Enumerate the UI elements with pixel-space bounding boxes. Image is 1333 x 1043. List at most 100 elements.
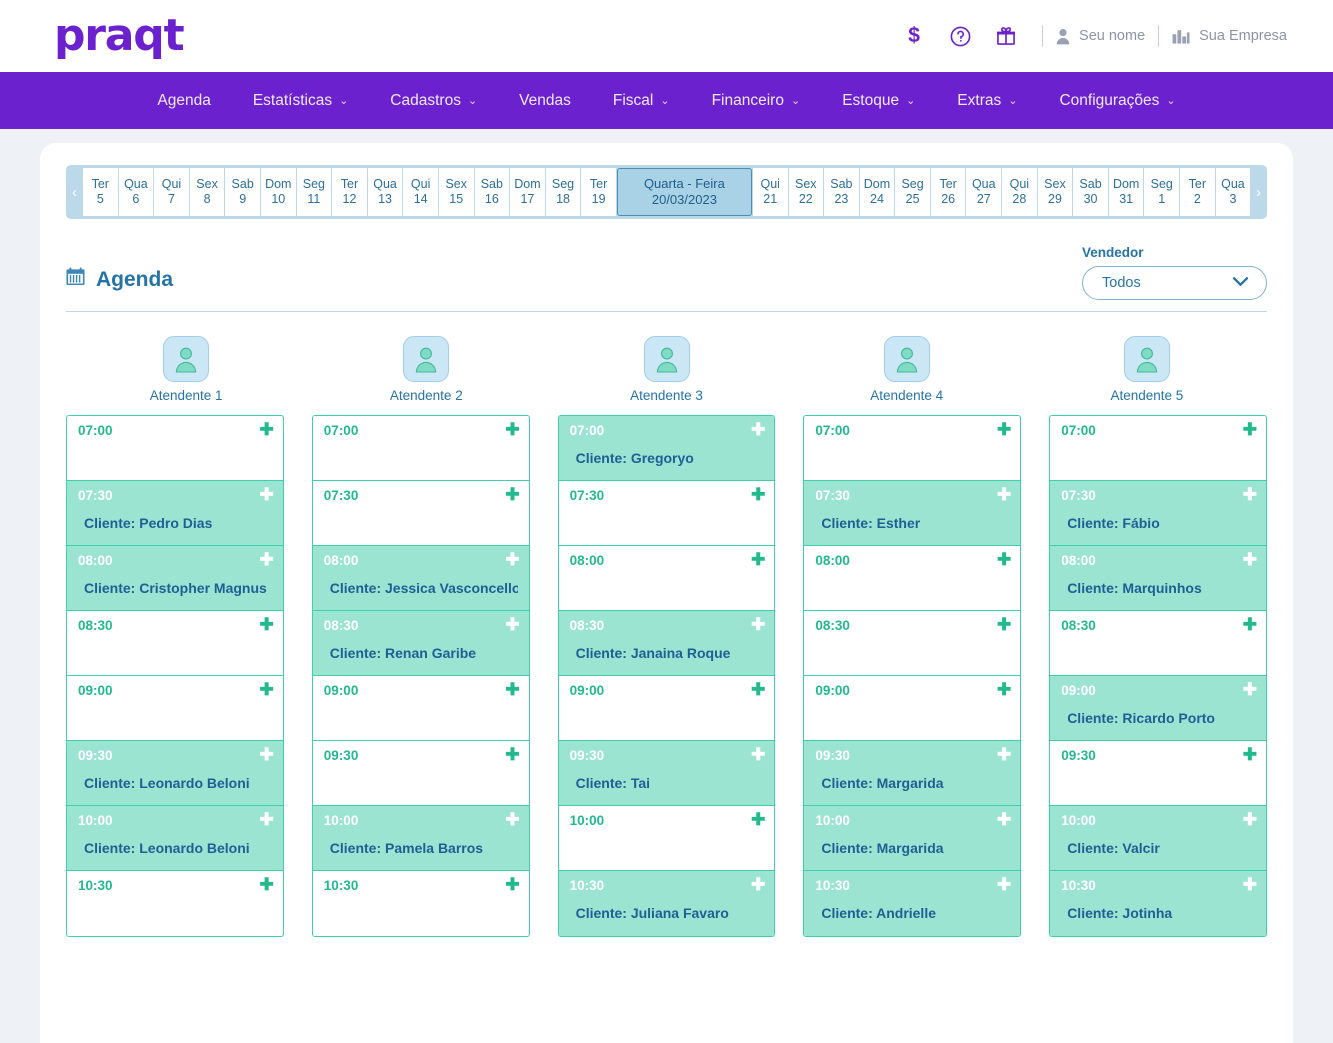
add-appointment-icon[interactable]: ✚ xyxy=(1243,421,1257,438)
appointment-slot-empty[interactable]: 08:30 ✚ xyxy=(67,611,283,676)
date-day[interactable]: Qui 7 xyxy=(154,168,189,216)
date-day[interactable]: Dom 17 xyxy=(510,168,545,216)
add-appointment-icon[interactable]: ✚ xyxy=(505,746,519,763)
date-day[interactable]: Dom 10 xyxy=(260,168,296,216)
date-day[interactable]: Seg 1 xyxy=(1144,168,1180,216)
add-appointment-icon[interactable]: ✚ xyxy=(1243,681,1257,698)
date-day[interactable]: Seg 18 xyxy=(545,168,581,216)
attendant-4[interactable]: Atendente 4 xyxy=(787,336,1027,403)
add-appointment-icon[interactable]: ✚ xyxy=(1243,486,1257,503)
add-appointment-icon[interactable]: ✚ xyxy=(997,876,1011,893)
appointment-slot-empty[interactable]: 09:00 ✚ xyxy=(804,676,1021,741)
appointment-slot-empty[interactable]: 08:30 ✚ xyxy=(804,611,1021,676)
date-day[interactable]: Qui 28 xyxy=(1002,168,1037,216)
attendant-2[interactable]: Atendente 2 xyxy=(306,336,546,403)
appointment-slot-empty[interactable]: 09:00 ✚ xyxy=(558,676,775,741)
date-day[interactable]: Sex 15 xyxy=(438,168,474,216)
add-appointment-icon[interactable]: ✚ xyxy=(751,421,765,438)
add-appointment-icon[interactable]: ✚ xyxy=(505,616,519,633)
date-day[interactable]: Sex 29 xyxy=(1037,168,1073,216)
date-day[interactable]: Qua 27 xyxy=(966,168,1002,216)
appointment-slot-empty[interactable]: 07:00 ✚ xyxy=(312,416,529,481)
nav-item-agenda[interactable]: Agenda xyxy=(136,92,231,110)
date-next-arrow[interactable]: › xyxy=(1250,165,1267,219)
appointment-slot-empty[interactable]: 08:00 ✚ xyxy=(804,546,1021,611)
appointment-slot-empty[interactable]: 08:30 ✚ xyxy=(1050,611,1266,676)
add-appointment-icon[interactable]: ✚ xyxy=(505,486,519,503)
add-appointment-icon[interactable]: ✚ xyxy=(751,681,765,698)
date-day[interactable]: Ter 2 xyxy=(1180,168,1215,216)
add-appointment-icon[interactable]: ✚ xyxy=(260,421,274,438)
appointment-slot-booked[interactable]: 10:00 ✚ Cliente: Valcir xyxy=(1050,806,1266,871)
appointment-slot-booked[interactable]: 09:30 ✚ Cliente: Tai xyxy=(558,741,775,806)
nav-item-financeiro[interactable]: Financeiro ⌄ xyxy=(691,92,822,110)
add-appointment-icon[interactable]: ✚ xyxy=(751,616,765,633)
date-day[interactable]: Qua 6 xyxy=(118,168,154,216)
date-day[interactable]: Qui 14 xyxy=(403,168,438,216)
add-appointment-icon[interactable]: ✚ xyxy=(505,876,519,893)
nav-item-configura-es[interactable]: Configurações ⌄ xyxy=(1038,92,1196,110)
add-appointment-icon[interactable]: ✚ xyxy=(751,811,765,828)
add-appointment-icon[interactable]: ✚ xyxy=(260,681,274,698)
date-day[interactable]: Sex 22 xyxy=(788,168,824,216)
add-appointment-icon[interactable]: ✚ xyxy=(505,681,519,698)
nav-item-fiscal[interactable]: Fiscal ⌄ xyxy=(592,92,691,110)
date-day[interactable]: Sab 23 xyxy=(824,168,859,216)
add-appointment-icon[interactable]: ✚ xyxy=(260,811,274,828)
appointment-slot-empty[interactable]: 09:30 ✚ xyxy=(1050,741,1266,806)
appointment-slot-booked[interactable]: 10:00 ✚ Cliente: Margarida xyxy=(804,806,1021,871)
date-day[interactable]: Qua 13 xyxy=(367,168,403,216)
appointment-slot-empty[interactable]: 07:00 ✚ xyxy=(67,416,283,481)
date-day[interactable]: Sab 16 xyxy=(474,168,510,216)
date-day[interactable]: Ter 19 xyxy=(581,168,616,216)
appointment-slot-empty[interactable]: 09:00 ✚ xyxy=(67,676,283,741)
help-icon[interactable] xyxy=(937,25,983,48)
add-appointment-icon[interactable]: ✚ xyxy=(260,876,274,893)
date-day[interactable]: Qui 21 xyxy=(752,168,788,216)
date-day[interactable]: Ter 12 xyxy=(332,168,367,216)
nav-item-estat-sticas[interactable]: Estatísticas ⌄ xyxy=(232,92,369,110)
date-day-selected[interactable]: Quarta - Feira 20/03/2023 xyxy=(616,168,752,216)
vendor-select[interactable]: Todos xyxy=(1082,266,1267,300)
add-appointment-icon[interactable]: ✚ xyxy=(260,616,274,633)
appointment-slot-booked[interactable]: 10:30 ✚ Cliente: Jotinha xyxy=(1050,871,1266,936)
date-day[interactable]: Seg 25 xyxy=(895,168,930,216)
appointment-slot-empty[interactable]: 07:00 ✚ xyxy=(1050,416,1266,481)
appointment-slot-booked[interactable]: 09:30 ✚ Cliente: Margarida xyxy=(804,741,1021,806)
date-prev-arrow[interactable]: ‹ xyxy=(66,165,83,219)
appointment-slot-empty[interactable]: 07:30 ✚ xyxy=(558,481,775,546)
date-day[interactable]: Sex 8 xyxy=(189,168,225,216)
add-appointment-icon[interactable]: ✚ xyxy=(997,551,1011,568)
add-appointment-icon[interactable]: ✚ xyxy=(505,811,519,828)
nav-item-cadastros[interactable]: Cadastros ⌄ xyxy=(369,92,498,110)
appointment-slot-booked[interactable]: 09:30 ✚ Cliente: Leonardo Beloni xyxy=(67,741,283,806)
add-appointment-icon[interactable]: ✚ xyxy=(505,551,519,568)
appointment-slot-booked[interactable]: 07:30 ✚ Cliente: Esther xyxy=(804,481,1021,546)
date-day[interactable]: Seg 11 xyxy=(296,168,332,216)
appointment-slot-booked[interactable]: 07:30 ✚ Cliente: Fábio xyxy=(1050,481,1266,546)
appointment-slot-booked[interactable]: 07:00 ✚ Cliente: Gregoryo xyxy=(558,416,775,481)
appointment-slot-empty[interactable]: 09:00 ✚ xyxy=(312,676,529,741)
appointment-slot-empty[interactable]: 07:00 ✚ xyxy=(804,416,1021,481)
appointment-slot-booked[interactable]: 09:00 ✚ Cliente: Ricardo Porto xyxy=(1050,676,1266,741)
attendant-5[interactable]: Atendente 5 xyxy=(1027,336,1267,403)
date-day[interactable]: Sab 9 xyxy=(225,168,260,216)
add-appointment-icon[interactable]: ✚ xyxy=(997,746,1011,763)
appointment-slot-booked[interactable]: 08:30 ✚ Cliente: Janaina Roque xyxy=(558,611,775,676)
appointment-slot-empty[interactable]: 08:00 ✚ xyxy=(558,546,775,611)
appointment-slot-empty[interactable]: 10:00 ✚ xyxy=(558,806,775,871)
add-appointment-icon[interactable]: ✚ xyxy=(1243,746,1257,763)
add-appointment-icon[interactable]: ✚ xyxy=(1243,551,1257,568)
nav-item-vendas[interactable]: Vendas xyxy=(498,92,592,110)
add-appointment-icon[interactable]: ✚ xyxy=(260,746,274,763)
nav-item-extras[interactable]: Extras ⌄ xyxy=(936,92,1038,110)
date-day[interactable]: Dom 31 xyxy=(1108,168,1144,216)
add-appointment-icon[interactable]: ✚ xyxy=(751,746,765,763)
appointment-slot-booked[interactable]: 08:00 ✚ Cliente: Marquinhos xyxy=(1050,546,1266,611)
add-appointment-icon[interactable]: ✚ xyxy=(1243,811,1257,828)
money-icon[interactable]: $ xyxy=(891,24,937,48)
add-appointment-icon[interactable]: ✚ xyxy=(1243,876,1257,893)
add-appointment-icon[interactable]: ✚ xyxy=(260,551,274,568)
appointment-slot-booked[interactable]: 08:30 ✚ Cliente: Renan Garibe xyxy=(312,611,529,676)
appointment-slot-booked[interactable]: 08:00 ✚ Cliente: Cristopher Magnus xyxy=(67,546,283,611)
